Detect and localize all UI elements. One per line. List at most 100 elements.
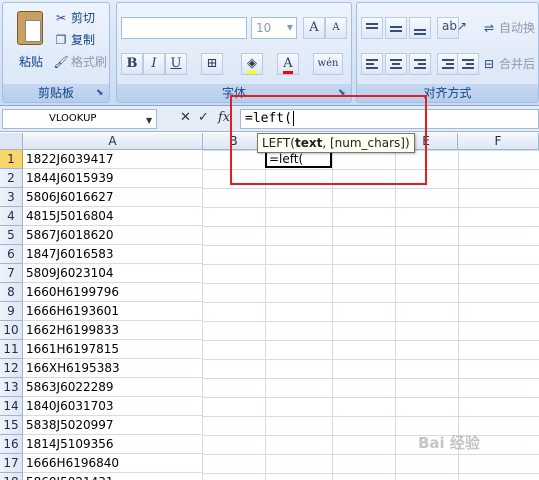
cell-a[interactable]: 1847J6016583 (23, 245, 203, 264)
paint-bucket-icon: ◈ (247, 56, 257, 74)
chevron-down-icon: ▼ (286, 23, 293, 32)
font-size-value: 10 (256, 21, 272, 35)
wrap-text-label: 自动换 (499, 21, 536, 35)
merge-label: 合并后 (499, 57, 536, 71)
italic-button[interactable]: I (143, 53, 165, 75)
format-painter-button[interactable]: 🖌 格式刷 (53, 53, 107, 71)
align-center-button[interactable] (385, 53, 407, 75)
wrap-text-icon: ⇌ (483, 21, 495, 35)
row-header[interactable]: 14 (0, 397, 23, 416)
scissors-icon: ✂ (55, 11, 67, 25)
cell-a[interactable]: 1666H6196840 (23, 454, 203, 473)
wrap-text-button[interactable]: ⇌ 自动换 (481, 19, 535, 37)
row-header[interactable]: 6 (0, 245, 23, 264)
brush-icon: 🖌 (53, 55, 69, 69)
cell-a[interactable]: 1666H6193601 (23, 302, 203, 321)
cell-a[interactable]: 1661H6197815 (23, 340, 203, 359)
cell-a[interactable]: 1660H6199796 (23, 283, 203, 302)
row-header[interactable]: 13 (0, 378, 23, 397)
select-all-corner[interactable] (0, 133, 23, 150)
formula-buttons: ✕ ✓ fx (160, 109, 240, 129)
merge-icon: ⊟ (483, 57, 495, 71)
format-painter-label: 格式刷 (71, 55, 108, 69)
column-letter: F (494, 134, 502, 148)
phonetic-button[interactable]: wén (313, 53, 343, 75)
shrink-font-button[interactable]: A (325, 17, 347, 39)
border-icon: ⊞ (206, 56, 218, 71)
row-header[interactable]: 4 (0, 207, 23, 226)
grow-font-button[interactable]: A (303, 17, 325, 39)
row-header[interactable]: 9 (0, 302, 23, 321)
highlight-box (230, 95, 427, 185)
row-header[interactable]: 10 (0, 321, 23, 340)
dialog-launcher-icon[interactable]: ⬊ (96, 89, 106, 99)
row-header[interactable]: 11 (0, 340, 23, 359)
row-header[interactable]: 8 (0, 283, 23, 302)
cell-a[interactable]: 4815J5016804 (23, 207, 203, 226)
copy-button[interactable]: ❐ 复制 (53, 31, 95, 49)
cell-a[interactable]: 5860J5021431 (23, 473, 203, 480)
insert-function-icon[interactable]: fx (218, 110, 230, 125)
row-header[interactable]: 15 (0, 416, 23, 435)
bold-button[interactable]: B (121, 53, 143, 75)
row-header[interactable]: 3 (0, 188, 23, 207)
alignment-group: ab↗ ⇌ 自动换 ⊟ 合并后 对齐方式 (356, 2, 539, 103)
row-header[interactable]: 18 (0, 473, 23, 480)
increase-indent-button[interactable] (457, 53, 479, 75)
phonetic-glyph: wén (317, 58, 339, 69)
cell-a[interactable]: 1844J6015939 (23, 169, 203, 188)
bold-glyph: B (126, 56, 138, 71)
align-bottom-button[interactable] (409, 17, 431, 39)
row-header[interactable]: 5 (0, 226, 23, 245)
copy-icon: ❐ (55, 33, 67, 47)
row-header[interactable]: 16 (0, 435, 23, 454)
border-button[interactable]: ⊞ (201, 53, 223, 75)
orientation-icon: ab↗ (442, 19, 468, 33)
row-header[interactable]: 2 (0, 169, 23, 188)
cell-a[interactable]: 5809J6023104 (23, 264, 203, 283)
cell-a[interactable]: 5838J5020997 (23, 416, 203, 435)
cell-a[interactable]: 1814J5109356 (23, 435, 203, 454)
cancel-icon[interactable]: ✕ (180, 110, 191, 125)
check-icon[interactable]: ✓ (198, 110, 209, 125)
name-box[interactable]: VLOOKUP (2, 109, 157, 129)
column-header-f[interactable]: F (458, 133, 539, 150)
chevron-down-icon[interactable]: ▼ (146, 116, 152, 125)
paste-button[interactable]: 粘贴 (9, 7, 49, 83)
grid-area[interactable] (203, 150, 539, 480)
copy-label: 复制 (71, 33, 96, 47)
cell-a[interactable]: 166XH6195383 (23, 359, 203, 378)
row-header[interactable]: 1 (0, 150, 23, 169)
font-name-input[interactable] (121, 17, 247, 39)
name-box-value: VLOOKUP (49, 113, 97, 124)
align-right-button[interactable] (409, 53, 431, 75)
cell-a[interactable]: 5863J6022289 (23, 378, 203, 397)
font-color-button[interactable]: A (277, 53, 299, 75)
cell-a[interactable]: 5806J6016627 (23, 188, 203, 207)
cell-a[interactable]: 1840J6031703 (23, 397, 203, 416)
align-left-button[interactable] (361, 53, 383, 75)
column-letter: A (108, 134, 117, 148)
italic-glyph: I (151, 56, 157, 71)
clipboard-group-label: 剪贴板 (3, 84, 109, 102)
cell-a[interactable]: 5867J6018620 (23, 226, 203, 245)
font-size-input[interactable]: 10 ▼ (251, 17, 297, 39)
cell-a[interactable]: 1662H6199833 (23, 321, 203, 340)
cut-button[interactable]: ✂ 剪切 (53, 9, 95, 27)
orientation-button[interactable]: ab↗ (437, 17, 467, 39)
grid-line (332, 150, 333, 480)
row-header[interactable]: 12 (0, 359, 23, 378)
decrease-indent-button[interactable] (437, 53, 459, 75)
cell-a[interactable]: 1822J6039417 (23, 150, 203, 169)
watermark: Bai 经验 (418, 434, 480, 452)
row-header[interactable]: 7 (0, 264, 23, 283)
row-header[interactable]: 17 (0, 454, 23, 473)
grid-line (265, 150, 266, 480)
paste-label: 粘贴 (18, 55, 43, 69)
align-middle-button[interactable] (385, 17, 407, 39)
merge-center-button[interactable]: ⊟ 合并后 (481, 55, 535, 73)
underline-button[interactable]: U (165, 53, 187, 75)
fill-color-button[interactable]: ◈ (241, 53, 263, 75)
align-top-button[interactable] (361, 17, 383, 39)
column-header-a[interactable]: A (23, 133, 203, 150)
